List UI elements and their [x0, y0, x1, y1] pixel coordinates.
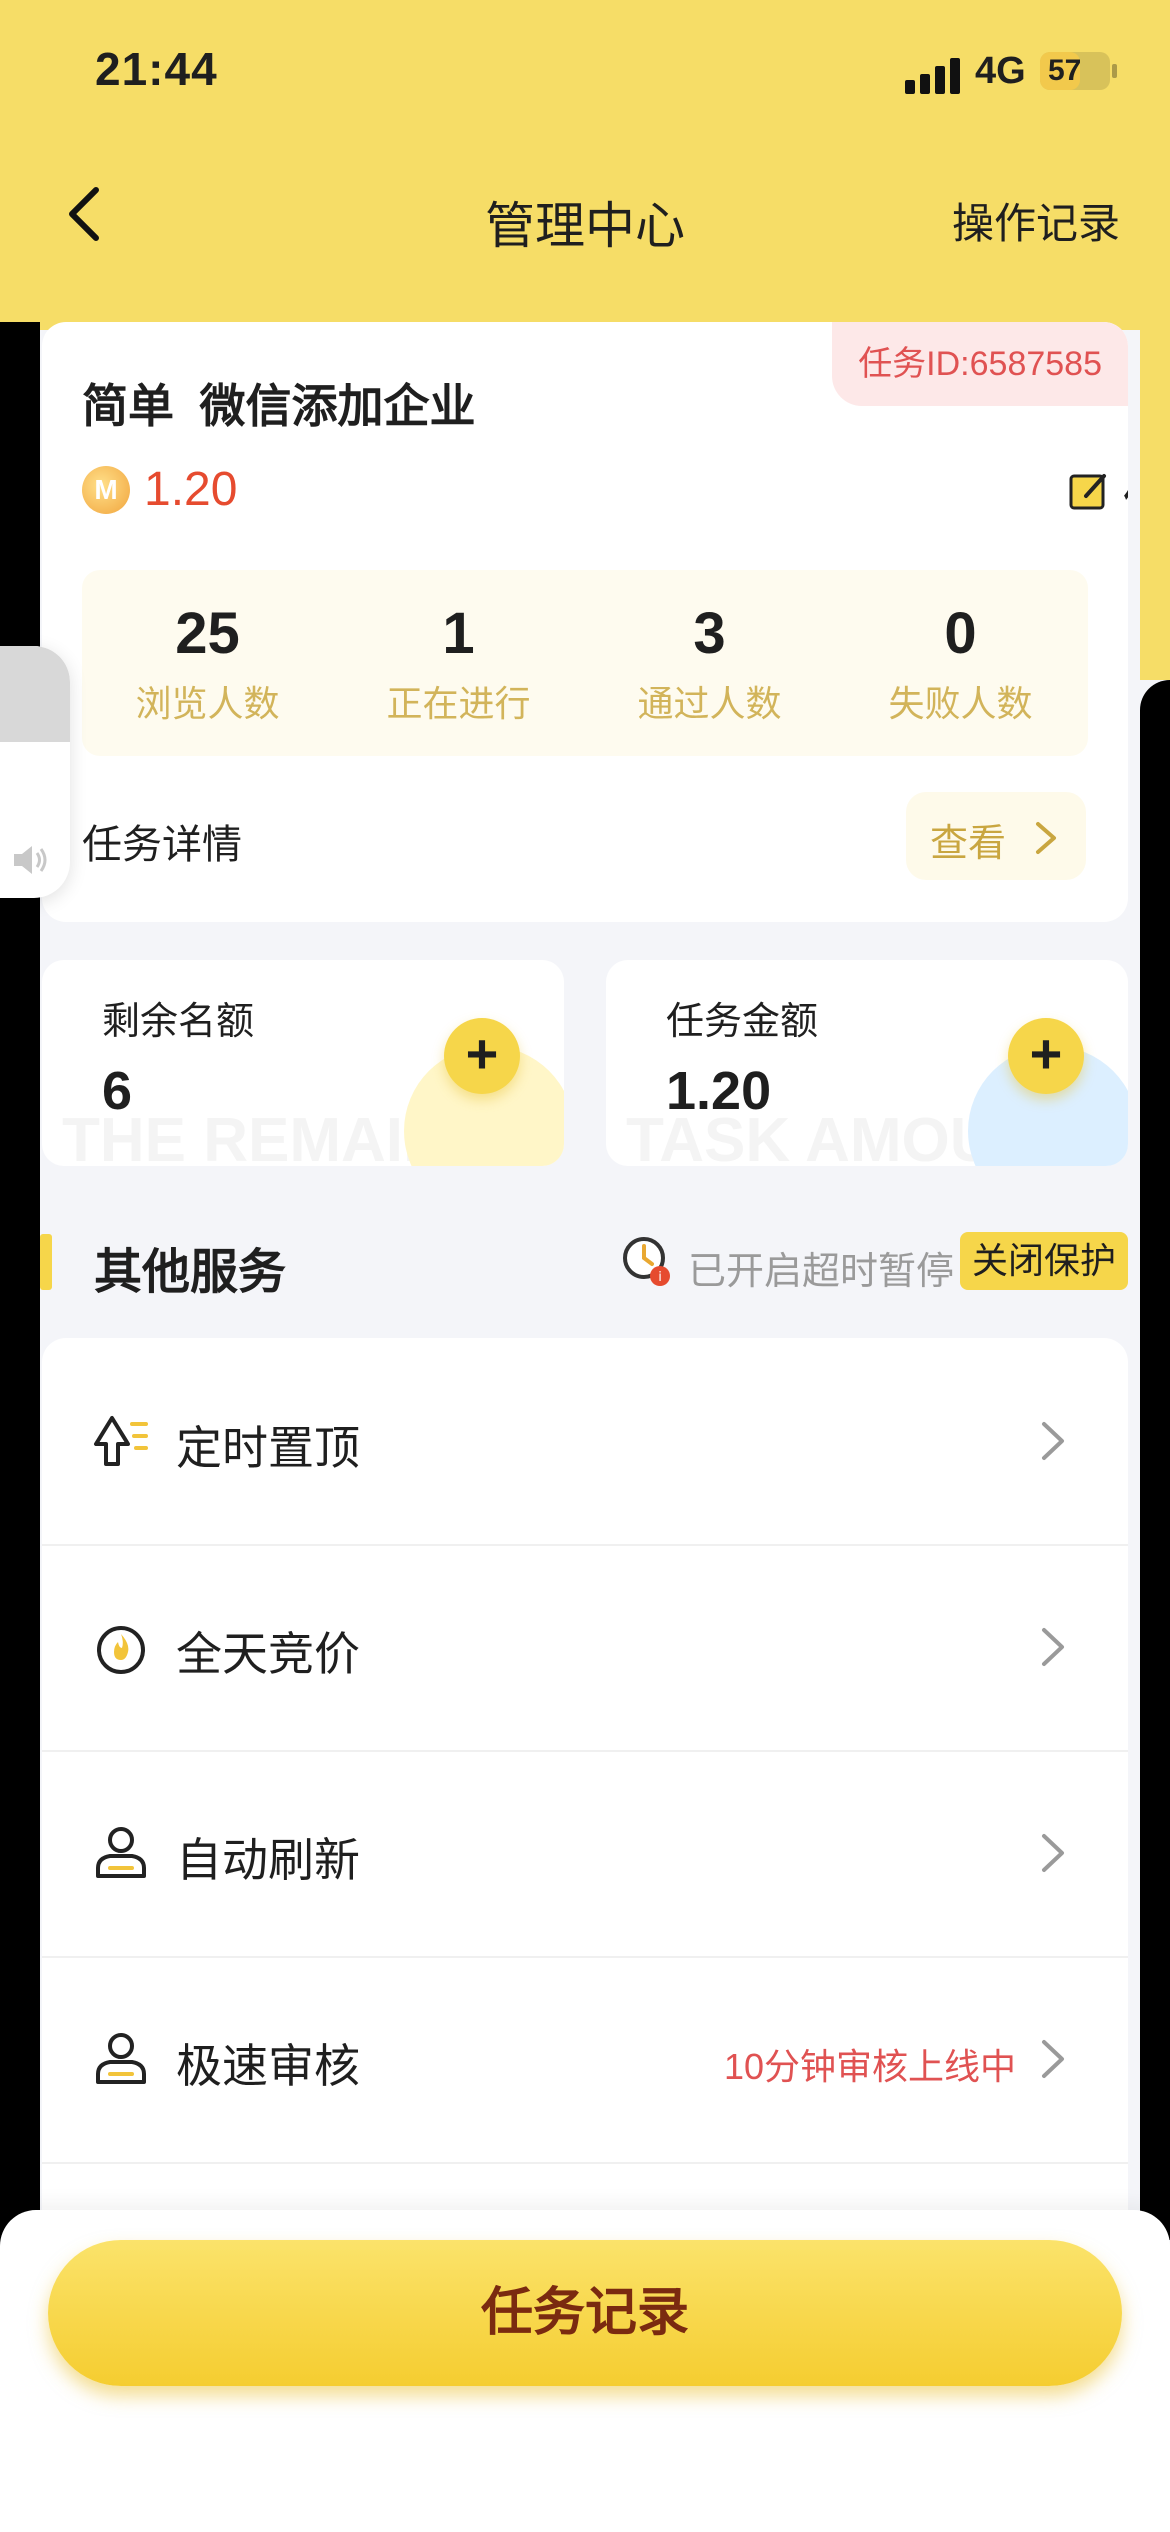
battery-level: 57: [1048, 54, 1082, 87]
task-card: 任务ID:6587585 简单 微信添加企业 M 1.20 修改 25 浏览人数…: [42, 322, 1128, 922]
status-time: 21:44: [95, 43, 218, 95]
timeout-clock-icon: i: [623, 1237, 670, 1286]
service-list: 定时置顶 全天竞价 自动刷新 极速审核 10分钟审核上线中: [42, 1338, 1128, 2238]
remaining-value: 6: [102, 1061, 133, 1121]
task-record-button[interactable]: 任务记录: [48, 2240, 1122, 2386]
view-detail-button[interactable]: 查看: [906, 792, 1086, 880]
remaining-quota-card: THE REMAIN 剩余名额 6 +: [42, 960, 564, 1166]
screen-left-edge: [0, 260, 40, 2260]
chevron-right-icon: [1042, 1834, 1064, 1872]
flame-icon: [97, 1626, 145, 1674]
edit-label: 修改: [1124, 468, 1128, 523]
task-stats: 25 浏览人数 1 正在进行 3 通过人数 0 失败人数: [82, 570, 1088, 756]
user-review-icon: [96, 2033, 146, 2084]
task-price: 1.20: [144, 463, 238, 516]
task-title: 简单 微信添加企业: [82, 380, 476, 432]
amount-card: TASK AMOU 任务金额 1.20 +: [606, 960, 1128, 1166]
service-name: 定时置顶: [176, 1422, 360, 1474]
screen-right-edge: [1140, 680, 1170, 2240]
operation-log-link[interactable]: 操作记录: [952, 190, 1120, 251]
task-id-badge: 任务ID:6587585: [832, 322, 1128, 406]
stat-in-progress: 1 正在进行: [386, 601, 531, 724]
battery-icon: 57: [1040, 52, 1110, 90]
service-item-scheduled-top[interactable]: 定时置顶: [42, 1338, 1128, 1546]
signal-icon: [905, 56, 965, 94]
chevron-right-icon: [1042, 1422, 1064, 1460]
service-name: 全天竞价: [176, 1628, 360, 1680]
floating-voice-widget[interactable]: [0, 646, 70, 898]
task-detail-label: 任务详情: [82, 823, 242, 867]
battery-tip: [1112, 64, 1117, 78]
chevron-right-icon: [1036, 822, 1056, 854]
amount-value: 1.20: [666, 1061, 772, 1121]
close-protection-button[interactable]: 关闭保护: [960, 1232, 1128, 1290]
view-label: 查看: [930, 823, 1007, 865]
add-quota-button[interactable]: +: [444, 1018, 520, 1094]
stat-views: 25 浏览人数: [135, 601, 280, 724]
status-bar: 21:44 4G 57: [0, 0, 1170, 150]
remaining-label: 剩余名额: [102, 1001, 255, 1043]
stat-passed: 3 通过人数: [637, 601, 782, 724]
section-title: 其他服务: [94, 1246, 287, 1299]
coin-icon: M: [82, 466, 130, 514]
speaker-icon: [14, 846, 47, 874]
svg-text:i: i: [658, 1270, 662, 1285]
timeout-status-text: 已开启超时暂停: [688, 1251, 955, 1293]
amount-label: 任务金额: [666, 1001, 819, 1043]
service-item-all-day-bidding[interactable]: 全天竞价: [42, 1544, 1128, 1752]
chevron-right-icon: [1042, 2040, 1064, 2078]
service-item-auto-refresh[interactable]: 自动刷新: [42, 1750, 1128, 1958]
plus-icon: +: [465, 1022, 499, 1085]
nav-bar: 管理中心 操作记录: [0, 170, 1170, 260]
service-name: 自动刷新: [176, 1834, 360, 1886]
plus-icon: +: [1029, 1022, 1063, 1085]
user-refresh-icon: [96, 1827, 146, 1878]
floating-widget-top: [0, 646, 70, 742]
edit-icon: [1069, 474, 1106, 510]
service-note: 10分钟审核上线中: [723, 2046, 1016, 2087]
service-name: 极速审核: [176, 2040, 360, 2092]
network-type: 4G: [975, 50, 1026, 92]
pin-top-icon: [94, 1416, 148, 1466]
add-amount-button[interactable]: +: [1008, 1018, 1084, 1094]
chevron-right-icon: [1042, 1628, 1064, 1666]
stat-failed: 0 失败人数: [888, 601, 1033, 724]
service-item-fast-review[interactable]: 极速审核 10分钟审核上线中: [42, 1956, 1128, 2164]
section-accent-bar: [40, 1234, 52, 1290]
